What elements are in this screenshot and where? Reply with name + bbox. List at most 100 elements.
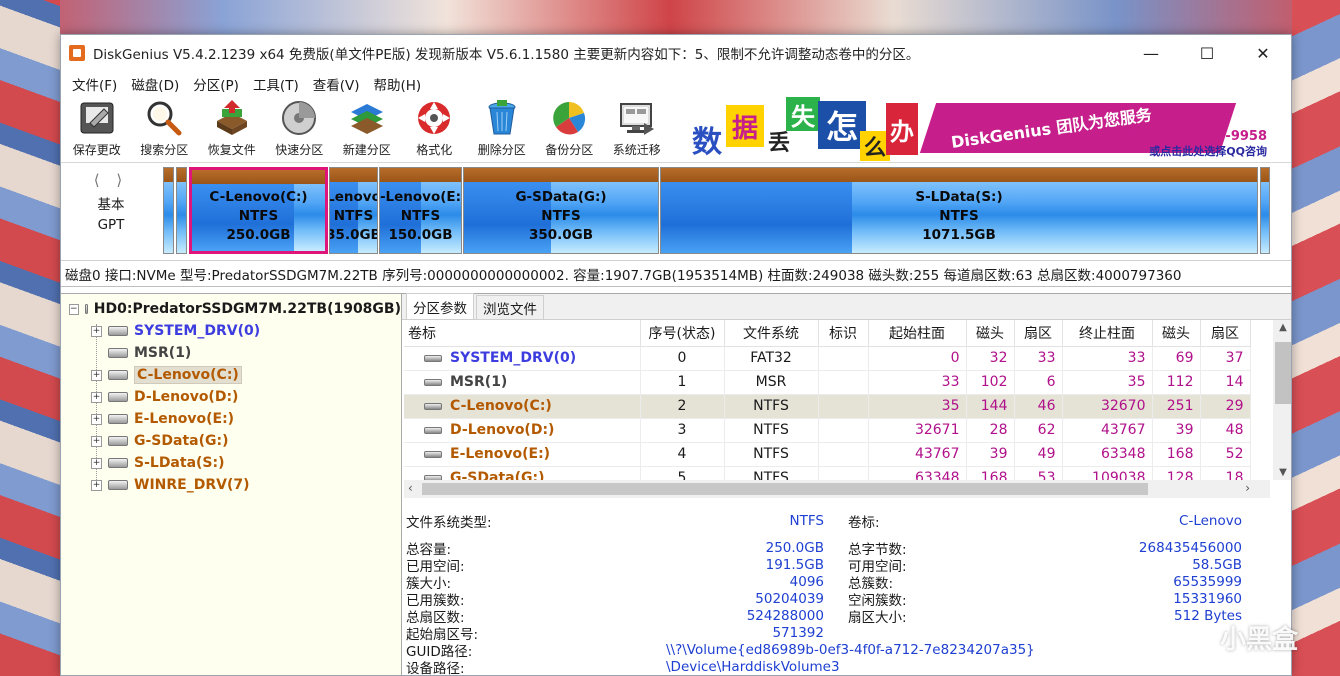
partition-panel: 分区参数 浏览文件 卷标 序号(状态) 文件系统 标识 起始柱面 磁头 扇区 终止柱面 磁头 扇区… [402,293,1291,675]
title-bar: DiskGenius V5.4.2.1239 x64 免费版(单文件PE版) 发… [61,35,1291,71]
expand-icon[interactable]: + [91,391,102,403]
partition-bar-e[interactable]: -Lenovo(E: NTFS 150.0GB [379,167,462,254]
column-header[interactable]: 扇区 [1200,320,1251,347]
table-cell: 109038 [1062,466,1153,480]
column-header[interactable]: 磁头 [1152,320,1201,347]
partition-bar-s[interactable]: S-LData(S:) NTFS 1071.5GB [660,167,1258,254]
scroll-right-icon[interactable]: › [1245,481,1250,495]
tree-item[interactable]: + SYSTEM_DRV(0) [61,320,401,342]
ad-phone: 致电：400-008-9958 [1126,129,1267,144]
expand-icon[interactable]: + [91,325,102,337]
column-header[interactable]: 磁头 [966,320,1015,347]
collapse-icon[interactable]: − [69,303,79,315]
tree-item[interactable]: MSR(1) [61,342,401,364]
backup-partition-label: 备份分区 [545,143,594,157]
column-header[interactable]: 卷标 [404,320,641,347]
menu-disk[interactable]: 磁盘(D) [124,74,186,94]
horizontal-scrollbar[interactable]: ‹ › [404,480,1270,498]
search-partition-label: 搜索分区 [140,143,189,157]
scroll-left-icon[interactable]: ‹ [408,481,413,495]
table-row[interactable]: G-SData(G:) 5 NTFS 63348 168 53 109038 128 18 [404,466,1251,480]
quick-partition-button[interactable]: 快速分区 [266,97,334,162]
table-cell: 33 [868,370,967,395]
format-button[interactable]: 格式化 [401,97,469,162]
system-migration-button[interactable]: 系统迁移 [603,97,671,162]
scroll-up-icon[interactable]: ▲ [1273,322,1291,333]
detail-value: 250.0GB [765,539,824,556]
scroll-thumb[interactable] [1275,342,1291,404]
menu-view[interactable]: 查看(V) [306,74,367,94]
table-cell: 112 [1152,370,1201,395]
tab-browse-files[interactable]: 浏览文件 [476,295,544,319]
ad-banner[interactable]: 数 据 丢 失 怎 么 办 DiskGenius 团队为您服务 致电：400-0… [688,97,1273,161]
table-row[interactable]: D-Lenovo(D:) 3 NTFS 32671 28 62 43767 39 48 [404,418,1251,443]
partition-bar-d[interactable]: LenovoNTFS35.0GB [329,167,378,254]
delete-partition-button[interactable]: 删除分区 [468,97,536,162]
tree-root[interactable]: − HD0:PredatorSSDGM7M.22TB(1908GB) [61,298,401,320]
expand-icon[interactable]: + [91,479,102,491]
scroll-down-icon[interactable]: ▼ [1273,467,1291,478]
menu-help[interactable]: 帮助(H) [367,74,429,94]
vertical-scrollbar[interactable]: ▲ ▼ [1273,320,1291,480]
table-row[interactable]: E-Lenovo(E:) 4 NTFS 43767 39 49 63348 168 52 [404,442,1251,467]
table-row[interactable]: SYSTEM_DRV(0) 0 FAT32 0 32 33 33 69 37 [404,346,1251,371]
partition-bar-c[interactable]: C-Lenovo(C:) NTFS 250.0GB [189,167,328,254]
recover-files-button[interactable]: 恢复文件 [198,97,266,162]
volume-name: E-Lenovo(E:) [450,446,551,462]
tree-item[interactable]: + C-Lenovo(C:) [61,364,401,386]
tree-item-label: S-LData(S:) [134,455,225,471]
detail-value: 15331960 [1173,590,1242,607]
partition-bar-label: C-Lenovo(C:) NTFS 250.0GB [209,189,308,243]
expand-icon[interactable]: + [91,369,102,381]
tree-item[interactable]: + WINRE_DRV(7) [61,474,401,496]
tree-item[interactable]: + E-Lenovo(E:) [61,408,401,430]
table-row[interactable]: MSR(1) 1 MSR 33 102 6 35 112 14 [404,370,1251,395]
backup-partition-button[interactable]: 备份分区 [536,97,604,162]
column-header[interactable]: 标识 [818,320,869,347]
partition-bar-system[interactable] [163,167,174,254]
expand-icon[interactable]: + [91,457,102,469]
column-header[interactable]: 文件系统 [724,320,819,347]
partition-bar-g[interactable]: G-SData(G:) NTFS 350.0GB [463,167,659,254]
table-header: 卷标 序号(状态) 文件系统 标识 起始柱面 磁头 扇区 终止柱面 磁头 扇区 [404,320,1251,347]
column-header[interactable]: 终止柱面 [1062,320,1153,347]
expand-icon[interactable]: + [91,413,102,425]
ad-qq-link[interactable]: 或点击此处选择QQ咨询 [1149,143,1267,159]
partition-bar-msr[interactable] [176,167,187,254]
partition-bar-winre[interactable] [1260,167,1270,254]
table-cell: 46 [1014,394,1063,419]
menu-tools[interactable]: 工具(T) [246,74,306,94]
disk-nav-arrows[interactable]: ⟨ ⟩ [94,171,128,189]
new-partition-button[interactable]: 新建分区 [333,97,401,162]
table-cell: 168 [1152,442,1201,467]
tree-item[interactable]: + G-SData(G:) [61,430,401,452]
tree-item[interactable]: + S-LData(S:) [61,452,401,474]
table-cell: 43767 [868,442,967,467]
volume-cell: G-SData(G:) [404,466,641,480]
save-changes-button[interactable]: 保存更改 [63,97,131,162]
partition-icon [108,458,128,468]
tree-item[interactable]: + D-Lenovo(D:) [61,386,401,408]
volume-name: G-SData(G:) [450,470,545,480]
column-header[interactable]: 起始柱面 [868,320,967,347]
tab-partition-params[interactable]: 分区参数 [406,293,474,319]
delete-partition-label: 删除分区 [477,143,526,157]
column-header[interactable]: 序号(状态) [640,320,725,347]
maximize-button[interactable]: ☐ [1179,35,1235,71]
hscroll-thumb[interactable] [422,483,1148,495]
partition-table: 卷标 序号(状态) 文件系统 标识 起始柱面 磁头 扇区 终止柱面 磁头 扇区 SYSTEM_DR… [404,320,1268,480]
menu-file[interactable]: 文件(F) [65,74,124,94]
close-button[interactable]: ✕ [1235,35,1291,71]
minimize-button[interactable]: — [1123,35,1179,71]
ad-char-4: 失 [786,97,820,131]
expand-icon[interactable]: + [91,435,102,447]
column-header[interactable]: 扇区 [1014,320,1063,347]
menu-partition[interactable]: 分区(P) [186,74,246,94]
search-partition-button[interactable]: 搜索分区 [131,97,199,162]
table-cell: 53 [1014,466,1063,480]
detail-row: 簇大小: 4096 总簇数: 65535999 [406,573,1266,592]
table-cell: 39 [966,442,1015,467]
table-row[interactable]: C-Lenovo(C:) 2 NTFS 35 144 46 32670 251 29 [404,394,1251,419]
search-icon [145,99,183,137]
volume-name: C-Lenovo(C:) [450,398,552,414]
